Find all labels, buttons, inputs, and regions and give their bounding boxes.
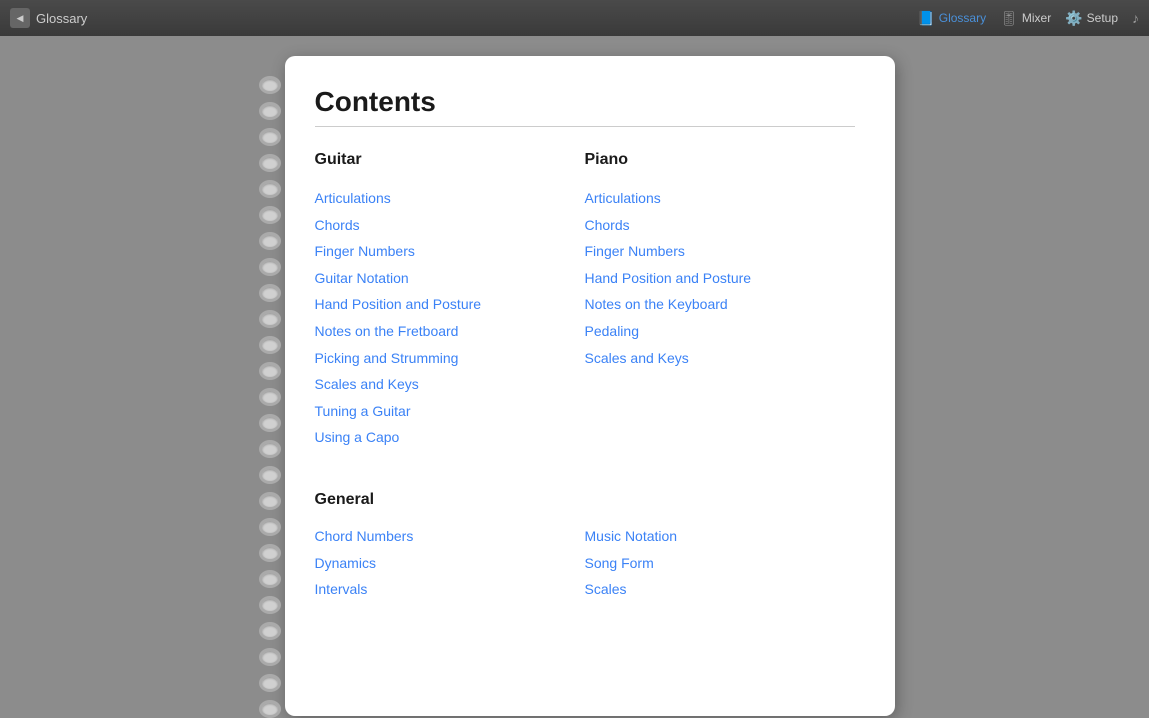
general-columns: Chord Numbers Dynamics Intervals Music N… <box>315 523 855 603</box>
page-title: Contents <box>315 86 855 118</box>
general-right-links: Music Notation Song Form Scales <box>585 523 855 603</box>
guitar-link-picking[interactable]: Picking and Strumming <box>315 345 585 372</box>
guitar-link-guitar-notation[interactable]: Guitar Notation <box>315 265 585 292</box>
ring <box>259 648 281 666</box>
guitar-link-capo[interactable]: Using a Capo <box>315 424 585 451</box>
glossary-label: Glossary <box>939 11 986 25</box>
guitar-piano-columns: Guitar Articulations Chords Finger Numbe… <box>315 151 855 483</box>
ring <box>259 596 281 614</box>
general-section: General Chord Numbers Dynamics Intervals… <box>315 491 855 603</box>
ring <box>259 700 281 718</box>
back-button[interactable] <box>10 8 30 28</box>
setup-label: Setup <box>1087 11 1118 25</box>
general-heading: General <box>315 491 855 509</box>
ring <box>259 154 281 172</box>
general-left-column: Chord Numbers Dynamics Intervals <box>315 523 585 603</box>
guitar-links: Articulations Chords Finger Numbers Guit… <box>315 185 585 451</box>
guitar-column: Guitar Articulations Chords Finger Numbe… <box>315 151 585 483</box>
ring <box>259 336 281 354</box>
main-area: Contents Guitar Articulations Chords Fin… <box>0 36 1149 718</box>
notebook: Contents Guitar Articulations Chords Fin… <box>255 56 895 716</box>
ring <box>259 414 281 432</box>
general-link-chord-numbers[interactable]: Chord Numbers <box>315 523 585 550</box>
ring <box>259 544 281 562</box>
ring <box>259 362 281 380</box>
ring <box>259 518 281 536</box>
nav-glossary[interactable]: 📘 Glossary <box>917 10 986 27</box>
nav-music[interactable]: ♪ <box>1132 10 1139 26</box>
piano-link-scales-keys[interactable]: Scales and Keys <box>585 345 855 372</box>
piano-section: Piano Articulations Chords Finger Number… <box>585 151 855 371</box>
topbar: Glossary 📘 Glossary 🎚 Mixer ⚙️ Setup ♪ <box>0 0 1149 36</box>
general-link-scales[interactable]: Scales <box>585 576 855 603</box>
general-link-dynamics[interactable]: Dynamics <box>315 550 585 577</box>
ring <box>259 258 281 276</box>
topbar-left: Glossary <box>10 8 87 28</box>
guitar-link-finger-numbers[interactable]: Finger Numbers <box>315 238 585 265</box>
glossary-icon: 📘 <box>917 10 934 27</box>
guitar-link-chords[interactable]: Chords <box>315 212 585 239</box>
piano-link-articulations[interactable]: Articulations <box>585 185 855 212</box>
general-link-music-notation[interactable]: Music Notation <box>585 523 855 550</box>
ring <box>259 206 281 224</box>
ring <box>259 128 281 146</box>
ring <box>259 102 281 120</box>
piano-heading: Piano <box>585 151 855 169</box>
general-link-song-form[interactable]: Song Form <box>585 550 855 577</box>
music-icon: ♪ <box>1132 10 1139 26</box>
ring <box>259 180 281 198</box>
piano-link-chords[interactable]: Chords <box>585 212 855 239</box>
guitar-link-hand-position[interactable]: Hand Position and Posture <box>315 291 585 318</box>
ring <box>259 284 281 302</box>
ring <box>259 388 281 406</box>
general-left-links: Chord Numbers Dynamics Intervals <box>315 523 585 603</box>
piano-link-notes-keyboard[interactable]: Notes on the Keyboard <box>585 291 855 318</box>
piano-link-finger-numbers[interactable]: Finger Numbers <box>585 238 855 265</box>
guitar-link-tuning[interactable]: Tuning a Guitar <box>315 398 585 425</box>
ring <box>259 492 281 510</box>
ring <box>259 232 281 250</box>
piano-link-pedaling[interactable]: Pedaling <box>585 318 855 345</box>
guitar-link-articulations[interactable]: Articulations <box>315 185 585 212</box>
ring <box>259 622 281 640</box>
ring <box>259 310 281 328</box>
guitar-section: Guitar Articulations Chords Finger Numbe… <box>315 151 585 451</box>
ring <box>259 674 281 692</box>
piano-column: Piano Articulations Chords Finger Number… <box>585 151 855 483</box>
app-title: Glossary <box>36 11 87 26</box>
piano-link-hand-position[interactable]: Hand Position and Posture <box>585 265 855 292</box>
ring <box>259 466 281 484</box>
guitar-heading: Guitar <box>315 151 585 169</box>
piano-links: Articulations Chords Finger Numbers Hand… <box>585 185 855 371</box>
guitar-link-notes-fretboard[interactable]: Notes on the Fretboard <box>315 318 585 345</box>
topbar-right: 📘 Glossary 🎚 Mixer ⚙️ Setup ♪ <box>917 10 1139 27</box>
guitar-link-scales-keys[interactable]: Scales and Keys <box>315 371 585 398</box>
ring <box>259 570 281 588</box>
mixer-label: Mixer <box>1022 11 1051 25</box>
ring <box>259 440 281 458</box>
page: Contents Guitar Articulations Chords Fin… <box>285 56 895 716</box>
mixer-icon: 🎚 <box>1000 10 1018 27</box>
ring <box>259 76 281 94</box>
setup-icon: ⚙️ <box>1065 10 1082 27</box>
general-link-intervals[interactable]: Intervals <box>315 576 585 603</box>
nav-mixer[interactable]: 🎚 Mixer <box>1000 10 1051 27</box>
spiral-binding <box>255 56 285 716</box>
nav-setup[interactable]: ⚙️ Setup <box>1065 10 1118 27</box>
title-divider <box>315 126 855 127</box>
general-right-column: Music Notation Song Form Scales <box>585 523 855 603</box>
